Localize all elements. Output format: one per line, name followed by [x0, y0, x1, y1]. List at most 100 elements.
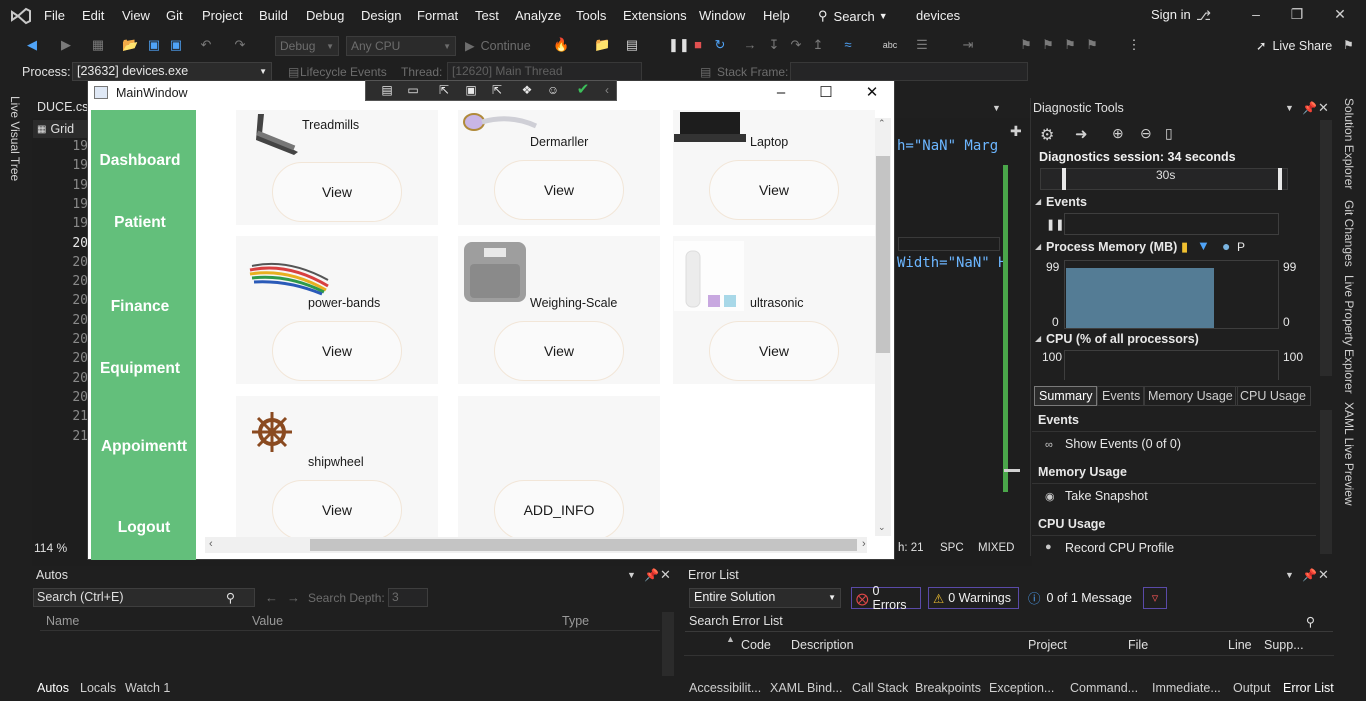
pin-icon[interactable]: 📌 [644, 568, 659, 582]
comment-icon[interactable]: ☰ [914, 37, 930, 53]
tab-immediate-window[interactable]: Immediate... [1152, 681, 1221, 695]
nav-appointment[interactable]: Appoimentt [96, 438, 192, 456]
close-icon[interactable]: ✕ [864, 85, 880, 101]
step-over-icon[interactable]: ↷ [788, 37, 804, 53]
minimize-icon[interactable]: – [773, 85, 789, 101]
new-item-icon[interactable]: ▦ [90, 37, 106, 53]
timeline-end-handle[interactable] [1278, 168, 1282, 190]
grid-breadcrumb[interactable]: ▦ Grid [33, 120, 93, 138]
git-changes-tab[interactable]: Git Changes [1342, 200, 1356, 267]
tab-accessibility[interactable]: Accessibilit... [689, 681, 761, 695]
zoom-in-icon[interactable]: ⊕ [1112, 125, 1124, 142]
maximize-icon[interactable]: ☐ [818, 85, 834, 101]
menu-analyze[interactable]: Analyze [515, 8, 561, 23]
tab-locals[interactable]: Locals [80, 681, 116, 695]
indent-icon[interactable]: ⇥ [960, 37, 976, 53]
restore-icon[interactable]: ❐ [1287, 6, 1307, 26]
settings-icon[interactable]: ⚙ [1040, 125, 1054, 145]
restart-icon[interactable]: ↻ [712, 37, 728, 53]
bookmark-clear-icon[interactable]: ⚑ [1084, 37, 1100, 53]
column-type[interactable]: Type [562, 614, 589, 628]
messages-filter-button[interactable]: ⓘ 0 of 1 Message [1028, 588, 1132, 607]
diagnostics-icon[interactable]: ≈ [840, 37, 856, 53]
tab-command-window[interactable]: Command... [1070, 681, 1138, 695]
chevron-down-icon[interactable]: ⌄ [878, 522, 886, 533]
column-code[interactable]: Code [741, 638, 771, 652]
errors-filter-button[interactable]: ⨂ 0 Errors [851, 584, 921, 612]
config-dropdown[interactable]: Debug ▼ [275, 36, 339, 56]
export-icon[interactable]: ➜ [1075, 125, 1088, 143]
accessibility-icon[interactable]: ☺ [544, 81, 562, 99]
save-all-icon[interactable]: ▣ [168, 37, 184, 53]
show-next-statement-icon[interactable]: → [742, 37, 758, 53]
collapse-icon[interactable]: ◢ [1035, 334, 1041, 343]
column-file[interactable]: File [1128, 638, 1148, 652]
go-to-live-visual-tree-icon[interactable]: ▤ [378, 81, 396, 99]
chevron-down-icon[interactable]: ▼ [1285, 103, 1294, 113]
forward-icon[interactable]: ▶ [58, 37, 74, 53]
chevron-left-icon[interactable]: ‹ [209, 538, 213, 550]
bookmark-prev-icon[interactable]: ⚑ [1040, 37, 1056, 53]
layout-icon[interactable]: ▤ [624, 37, 640, 53]
view-button[interactable]: View [272, 162, 402, 222]
back-icon[interactable]: ◀ [24, 37, 40, 53]
close-icon[interactable]: ✕ [1318, 567, 1329, 583]
error-list-search[interactable]: Search Error List ⚲ [685, 612, 1333, 632]
timeline-start-handle[interactable] [1062, 168, 1066, 190]
menu-extensions[interactable]: Extensions [623, 8, 687, 23]
view-button[interactable]: View [709, 160, 839, 220]
show-events-link[interactable]: Show Events (0 of 0) [1065, 437, 1181, 451]
back-icon[interactable]: ← [265, 590, 278, 605]
column-value[interactable]: Value [252, 614, 283, 628]
nav-dashboard[interactable]: Dashboard [96, 152, 184, 170]
tab-memory-usage[interactable]: Memory Usage [1143, 386, 1238, 406]
chevron-down-icon[interactable]: ▼ [627, 570, 636, 580]
live-property-explorer-tab[interactable]: Live Property Explorer [1342, 275, 1356, 394]
menu-git[interactable]: Git [166, 8, 183, 23]
stop-icon[interactable]: ■ [690, 37, 706, 53]
lifecycle-events-button[interactable]: Lifecycle Events [300, 65, 387, 79]
account-settings-icon[interactable]: ⎇ [1196, 8, 1211, 24]
tab-cpu-usage[interactable]: CPU Usage [1235, 386, 1311, 406]
zoom-out-icon[interactable]: ⊖ [1140, 125, 1152, 142]
chevron-down-icon[interactable]: ▼ [992, 103, 1001, 113]
checkmark-icon[interactable]: ✔ [574, 81, 592, 99]
tab-breakpoints[interactable]: Breakpoints [915, 681, 981, 695]
menu-window[interactable]: Window [699, 8, 745, 23]
menu-format[interactable]: Format [417, 8, 458, 23]
bookmark-next-icon[interactable]: ⚑ [1062, 37, 1078, 53]
menu-view[interactable]: View [122, 8, 150, 23]
spellcheck-icon[interactable]: abc [882, 37, 898, 53]
tab-call-stack[interactable]: Call Stack [852, 681, 908, 695]
open-file-icon[interactable]: 📁 [594, 37, 610, 53]
view-button[interactable]: View [272, 321, 402, 381]
collapse-icon[interactable]: ◢ [1035, 197, 1041, 206]
close-icon[interactable]: ✕ [1330, 6, 1350, 26]
column-suppression[interactable]: Supp... [1264, 638, 1304, 652]
menu-file[interactable]: File [44, 8, 65, 23]
step-out-icon[interactable]: ↥ [810, 37, 826, 53]
menu-project[interactable]: Project [202, 8, 242, 23]
menu-debug[interactable]: Debug [306, 8, 344, 23]
signin-link[interactable]: Sign in [1151, 7, 1191, 22]
open-folder-icon[interactable]: 📂 [122, 37, 138, 53]
forward-icon[interactable]: → [287, 590, 300, 605]
minimize-icon[interactable]: – [1246, 6, 1266, 26]
search-button[interactable]: ⚲ Search ▼ [818, 6, 890, 26]
menu-build[interactable]: Build [259, 8, 288, 23]
nav-equipment[interactable]: Equipment [96, 360, 184, 378]
warnings-filter-button[interactable]: ⚠ 0 Warnings [928, 587, 1019, 609]
tab-output[interactable]: Output [1233, 681, 1271, 695]
view-button[interactable]: View [709, 321, 839, 381]
step-into-icon[interactable]: ↧ [766, 37, 782, 53]
binding-failures-icon[interactable]: ❖ [518, 81, 536, 99]
menu-test[interactable]: Test [475, 8, 499, 23]
pin-icon[interactable]: 📌 [1302, 101, 1317, 115]
view-button[interactable]: View [272, 480, 402, 540]
tab-error-list[interactable]: Error List [1283, 681, 1334, 695]
pin-icon[interactable]: 📌 [1302, 568, 1317, 582]
solution-explorer-tab[interactable]: Solution Explorer [1342, 98, 1356, 189]
tab-summary[interactable]: Summary [1034, 386, 1098, 406]
xaml-live-preview-tab[interactable]: XAML Live Preview [1342, 402, 1356, 506]
chevron-down-icon[interactable]: ▼ [1285, 570, 1294, 580]
